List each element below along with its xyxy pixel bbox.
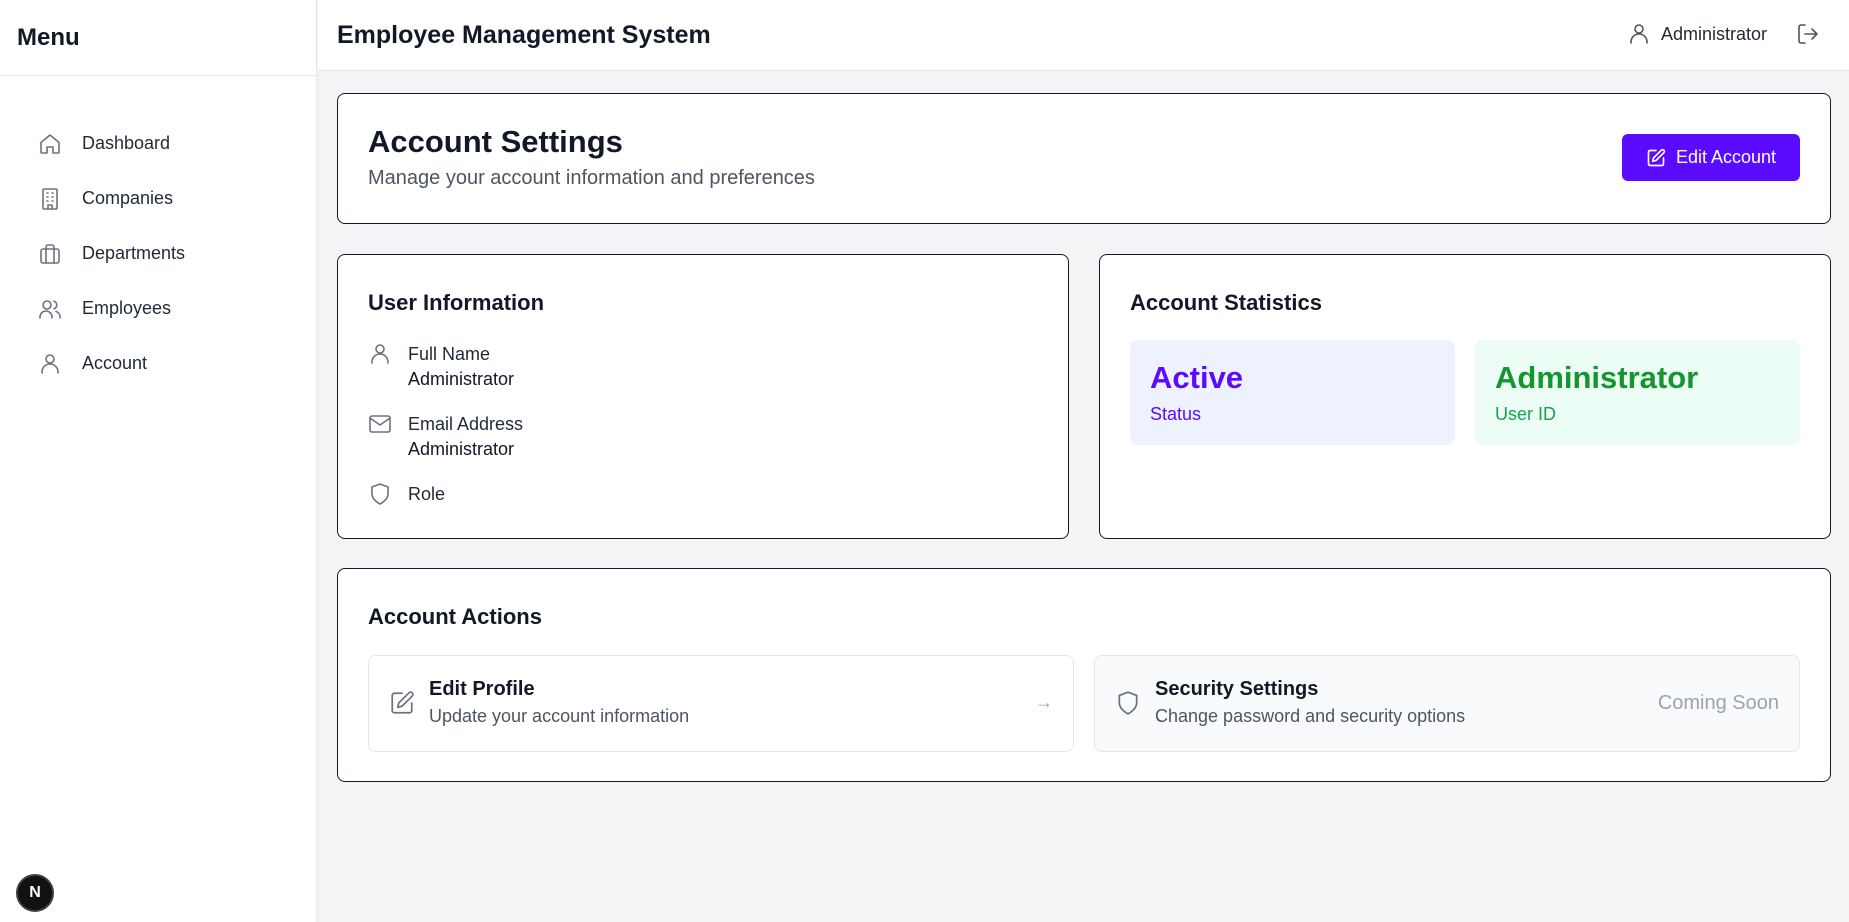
arrow-right-icon: →: [1035, 692, 1053, 712]
edit-account-label: Edit Account: [1675, 147, 1777, 167]
logout-button[interactable]: [1795, 21, 1821, 47]
role-label: Role: [408, 484, 446, 504]
user-icon: [1627, 22, 1651, 46]
user-icon: [37, 351, 63, 377]
email-label: Email Address: [408, 414, 524, 434]
edit-profile-title: Edit Profile: [429, 678, 535, 700]
security-settings-description: Change password and security options: [1155, 706, 1466, 726]
sidebar: Menu Dashboard Companies Departments Emp…: [0, 0, 317, 922]
edit-account-button[interactable]: Edit Account: [1622, 134, 1800, 181]
topbar: Employee Management System Administrator: [318, 0, 1849, 71]
sidebar-item-departments[interactable]: Departments: [20, 226, 296, 281]
briefcase-icon: [37, 241, 63, 267]
current-user: Administrator: [1627, 0, 1767, 68]
user-information-title: User Information: [368, 290, 545, 315]
sidebar-nav: Dashboard Companies Departments Employee…: [0, 76, 316, 391]
edit-icon: [1647, 148, 1666, 166]
edit-icon: [389, 690, 415, 716]
shield-icon: [368, 482, 392, 506]
user-id-value: Administrator: [1495, 360, 1699, 395]
status-label: Status: [1150, 404, 1202, 424]
sidebar-item-employees[interactable]: Employees: [20, 281, 296, 336]
sidebar-item-dashboard[interactable]: Dashboard: [20, 116, 296, 171]
status-stat: Active Status: [1130, 340, 1455, 445]
sidebar-item-label: Departments: [82, 243, 186, 263]
home-icon: [37, 131, 63, 157]
building-icon: [37, 186, 63, 212]
account-actions-title: Account Actions: [368, 604, 542, 629]
full-name-row: Full Name Administrator: [368, 342, 514, 392]
security-settings-action: Security Settings Change password and se…: [1094, 655, 1800, 752]
users-icon: [37, 296, 63, 322]
dev-tools-badge[interactable]: N: [16, 874, 54, 912]
sidebar-title: Menu: [17, 23, 80, 51]
sidebar-item-label: Companies: [82, 188, 174, 208]
account-actions-card: Account Actions Edit Profile Update your…: [337, 568, 1831, 782]
current-user-name: Administrator: [1660, 23, 1767, 44]
sidebar-item-label: Employees: [82, 298, 172, 318]
sidebar-item-label: Account: [82, 353, 148, 373]
mail-icon: [368, 412, 392, 436]
security-settings-title: Security Settings: [1155, 678, 1319, 700]
user-id-label: User ID: [1495, 404, 1557, 424]
role-row: Role: [368, 482, 445, 507]
sidebar-item-label: Dashboard: [82, 133, 171, 153]
sidebar-item-companies[interactable]: Companies: [20, 171, 296, 226]
email-value: Administrator: [408, 439, 515, 459]
status-value: Active: [1150, 360, 1244, 395]
email-row: Email Address Administrator: [368, 412, 523, 462]
full-name-value: Administrator: [408, 369, 515, 389]
edit-profile-description: Update your account information: [429, 706, 690, 726]
sidebar-header: Menu: [0, 0, 316, 76]
page-header-card: Account Settings Manage your account inf…: [337, 93, 1831, 224]
shield-icon: [1115, 690, 1141, 716]
page-title: Account Settings: [368, 124, 623, 159]
user-id-stat: Administrator User ID: [1475, 340, 1800, 445]
logout-icon: [1798, 24, 1818, 44]
page-subtitle: Manage your account information and pref…: [368, 167, 815, 189]
full-name-label: Full Name: [408, 344, 491, 364]
app-title: Employee Management System: [337, 20, 711, 49]
account-statistics-title: Account Statistics: [1130, 290, 1322, 315]
edit-profile-action[interactable]: Edit Profile Update your account informa…: [368, 655, 1074, 752]
user-icon: [368, 342, 392, 366]
account-statistics-card: Account Statistics Active Status Adminis…: [1099, 254, 1831, 539]
user-information-card: User Information Full Name Administrator…: [337, 254, 1069, 539]
sidebar-item-account[interactable]: Account: [20, 336, 296, 391]
coming-soon-label: Coming Soon: [1657, 692, 1779, 714]
